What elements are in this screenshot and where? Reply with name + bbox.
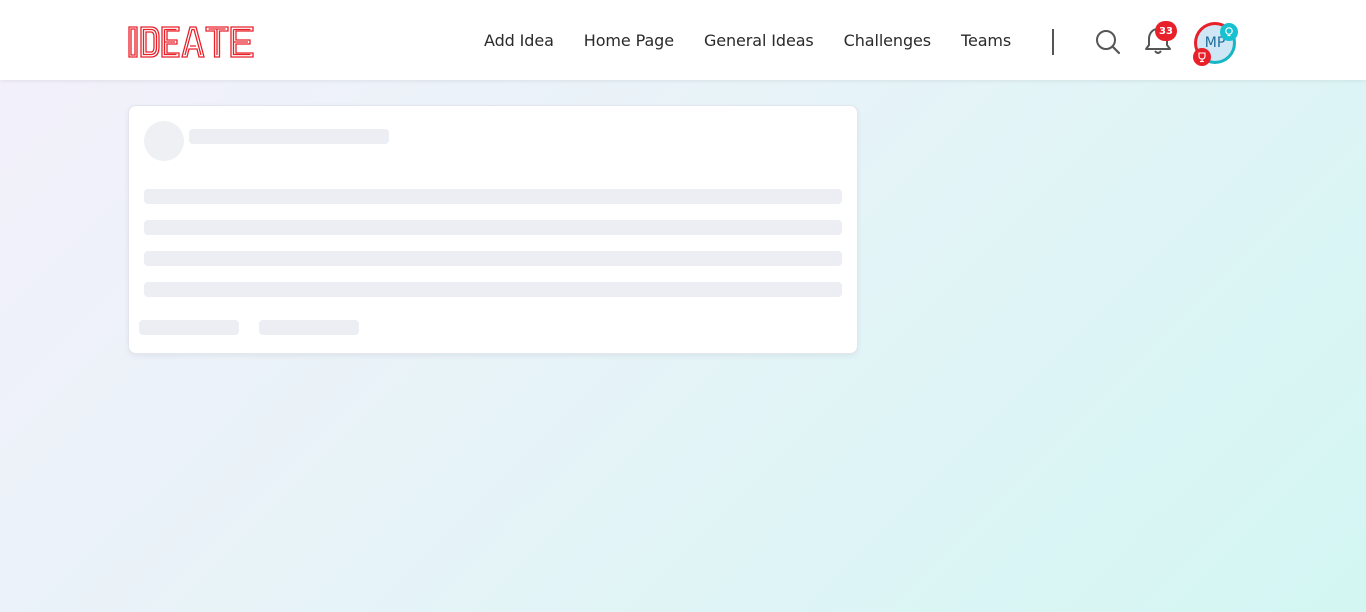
user-avatar-button[interactable]: MP [1192,20,1238,66]
lightbulb-icon [1220,23,1238,41]
nav-add-idea[interactable]: Add Idea [484,31,554,50]
nav-challenges[interactable]: Challenges [844,31,931,50]
skeleton-action [139,320,239,335]
nav-home-page[interactable]: Home Page [584,31,674,50]
logo-wordmark [128,26,254,58]
nav-teams[interactable]: Teams [961,31,1011,50]
nav-divider [1052,29,1054,55]
skeleton-action [259,320,359,335]
skeleton-line [144,189,842,204]
nav-general-ideas[interactable]: General Ideas [704,31,814,50]
skeleton-line [144,251,842,266]
main-navigation: Add Idea Home Page General Ideas Challen… [484,0,1011,80]
skeleton-title [189,129,389,144]
top-navbar: Add Idea Home Page General Ideas Challen… [0,0,1366,80]
skeleton-line [144,282,842,297]
notification-count-badge: 33 [1155,21,1177,41]
ideate-logo[interactable] [127,24,255,60]
idea-card-loading-skeleton [128,105,858,354]
trophy-icon [1193,48,1211,66]
skeleton-avatar [144,121,184,161]
search-icon[interactable] [1094,28,1122,56]
skeleton-line [144,220,842,235]
